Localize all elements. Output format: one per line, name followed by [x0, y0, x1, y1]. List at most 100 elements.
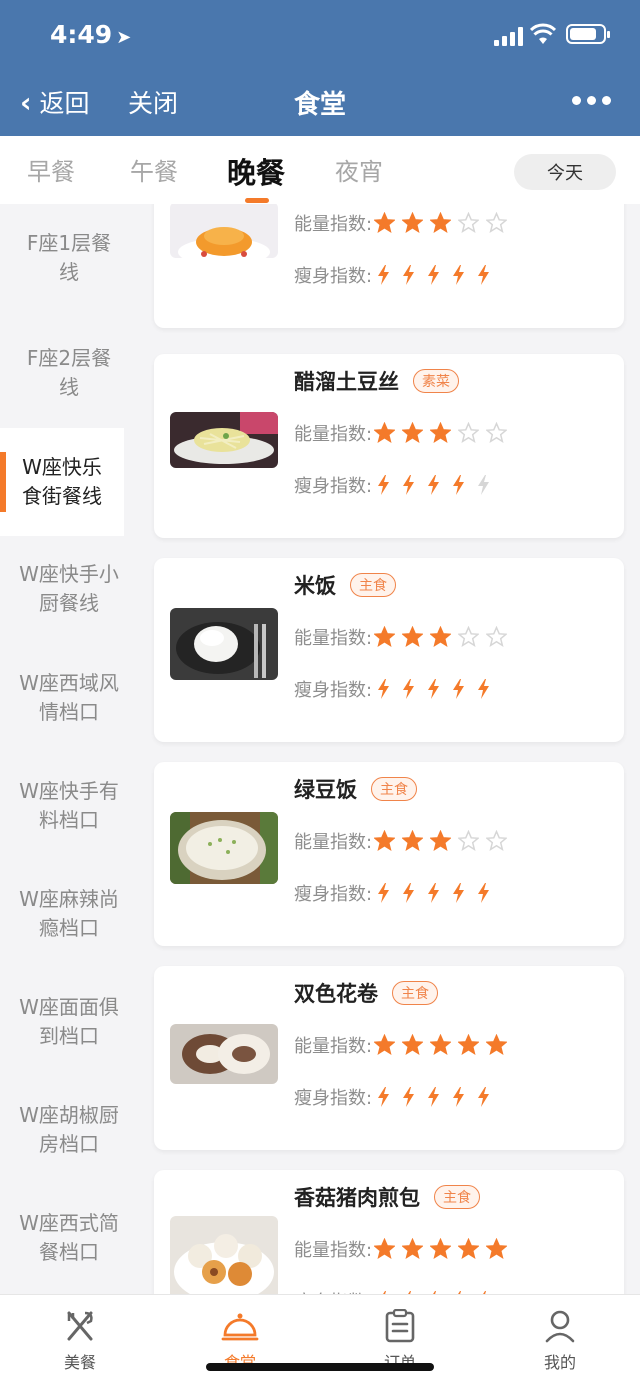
lightning-icon	[428, 883, 440, 903]
lightning-icon	[478, 883, 490, 903]
lightning-icon	[378, 265, 390, 285]
dish-card[interactable]: 米饭 主食 能量指数: 瘦身指数:	[154, 558, 624, 742]
wifi-icon	[530, 23, 556, 44]
star-icon	[374, 1034, 396, 1055]
slim-label: 瘦身指数:	[294, 1088, 373, 1109]
close-button[interactable]: 关闭	[128, 84, 178, 120]
star-icon	[402, 626, 424, 647]
lightning-icon	[378, 1087, 390, 1107]
more-dot-icon	[602, 96, 611, 105]
sidebar-item[interactable]: F座2层餐线	[0, 319, 138, 427]
tab-meals[interactable]: 美餐	[30, 1309, 130, 1373]
status-bar: 4:49 ➤	[0, 0, 640, 70]
star-icon-empty	[486, 212, 508, 233]
lightning-icon	[378, 475, 390, 495]
star-icon	[402, 212, 424, 233]
lightning-icon	[428, 679, 440, 699]
energy-label: 能量指数:	[294, 424, 373, 445]
sidebar-item[interactable]: W座快手有料档口	[0, 752, 138, 860]
dish-list: 能量指数: 瘦身指数: 醋溜土豆丝 素菜 能量指数: 瘦身指数: 米饭 主食 能量指…	[138, 204, 640, 1294]
dish-card[interactable]: 能量指数: 瘦身指数:	[154, 204, 624, 328]
clipboard-icon	[350, 1309, 450, 1343]
sidebar-item[interactable]: W座西式简餐档口	[0, 1184, 138, 1292]
dish-image	[170, 1216, 278, 1294]
dish-card[interactable]: 香菇猪肉煎包主食 能量指数: 瘦身指数:	[154, 1170, 624, 1294]
bottom-tab-bar: 美餐 食堂 订单 我的	[0, 1294, 640, 1385]
lightning-icon	[403, 883, 415, 903]
tab-breakfast[interactable]: 早餐	[27, 152, 75, 187]
battery-icon	[566, 24, 610, 44]
slim-rating: 瘦身指数:	[294, 262, 499, 288]
slim-bolts	[374, 678, 499, 700]
slim-rating: 瘦身指数:	[294, 676, 499, 702]
dish-card[interactable]: 绿豆饭 主食 能量指数: 瘦身指数:	[154, 762, 624, 946]
tab-late-night[interactable]: 夜宵	[335, 152, 383, 187]
star-icon	[374, 422, 396, 443]
star-icon	[374, 626, 396, 647]
sidebar: F座1层餐线 F座2层餐线 W座快乐食街餐线 W座快手小厨餐线 W座西域风情档口…	[0, 204, 138, 1294]
tab-lunch[interactable]: 午餐	[130, 152, 178, 187]
dish-image	[170, 1024, 278, 1084]
back-button[interactable]: ‹ 返回	[20, 84, 90, 120]
status-time-text: 4:49	[50, 20, 113, 49]
energy-rating: 能量指数:	[294, 1032, 514, 1058]
dish-name: 绿豆饭 主食	[294, 774, 417, 804]
lightning-icon	[478, 265, 490, 285]
lightning-icon	[453, 475, 465, 495]
sidebar-item[interactable]: W座面面俱到档口	[0, 968, 138, 1076]
slim-label: 瘦身指数:	[294, 266, 373, 287]
home-indicator	[206, 1363, 434, 1371]
dish-category-tag: 主食	[434, 1185, 480, 1209]
energy-stars	[374, 1238, 514, 1260]
tab-profile[interactable]: 我的	[510, 1309, 610, 1373]
energy-rating: 能量指数:	[294, 624, 514, 650]
more-options-button[interactable]	[572, 96, 611, 105]
star-icon	[430, 1034, 452, 1055]
lightning-icon	[378, 883, 390, 903]
energy-rating: 能量指数:	[294, 210, 514, 236]
energy-stars	[374, 422, 514, 444]
star-icon	[402, 1238, 424, 1259]
lightning-icon	[403, 1087, 415, 1107]
sidebar-item[interactable]: F座1层餐线	[0, 204, 138, 312]
dish-name: 香菇猪肉煎包 主食	[294, 1182, 480, 1212]
nav-row: ‹ 返回 关闭 食堂	[0, 70, 640, 136]
sidebar-item[interactable]: W座胡椒厨房档口	[0, 1076, 138, 1184]
more-dot-icon	[572, 96, 581, 105]
star-icon	[486, 1034, 508, 1055]
slim-bolts	[374, 474, 499, 496]
dish-card[interactable]: 双色花卷 主食 能量指数: 瘦身指数:	[154, 966, 624, 1150]
dish-card[interactable]: 醋溜土豆丝 素菜 能量指数: 瘦身指数:	[154, 354, 624, 538]
tab-dinner[interactable]: 晚餐	[227, 150, 285, 192]
cloche-icon	[190, 1309, 290, 1343]
dish-name: 醋溜土豆丝 素菜	[294, 366, 459, 396]
energy-rating: 能量指数:	[294, 1236, 514, 1262]
today-button[interactable]: 今天	[514, 154, 616, 190]
energy-rating: 能量指数:	[294, 828, 514, 854]
lightning-icon	[478, 679, 490, 699]
energy-label: 能量指数:	[294, 832, 373, 853]
star-icon-empty	[458, 830, 480, 851]
star-icon	[402, 422, 424, 443]
dish-name-text: 绿豆饭	[294, 778, 357, 802]
star-icon	[430, 626, 452, 647]
dish-name-text: 醋溜土豆丝	[294, 370, 399, 394]
sidebar-item[interactable]: W座快手小厨餐线	[0, 535, 138, 643]
dish-category-tag: 素菜	[413, 369, 459, 393]
dish-name-text: 米饭	[294, 574, 336, 598]
slim-rating: 瘦身指数:	[294, 1084, 499, 1110]
lightning-icon	[428, 475, 440, 495]
star-icon-empty	[458, 212, 480, 233]
chevron-left-icon: ‹	[20, 85, 32, 119]
dish-name: 双色花卷 主食	[294, 978, 438, 1008]
star-icon-empty	[486, 422, 508, 443]
lightning-icon	[453, 265, 465, 285]
slim-label: 瘦身指数:	[294, 680, 373, 701]
slim-bolts	[374, 882, 499, 904]
energy-rating: 能量指数:	[294, 420, 514, 446]
sidebar-item-active[interactable]: W座快乐食街餐线	[0, 428, 124, 536]
sidebar-item[interactable]: W座西域风情档口	[0, 644, 138, 752]
star-icon	[458, 1034, 480, 1055]
sidebar-item[interactable]: W座麻辣尚瘾档口	[0, 860, 138, 968]
energy-label: 能量指数:	[294, 214, 373, 235]
